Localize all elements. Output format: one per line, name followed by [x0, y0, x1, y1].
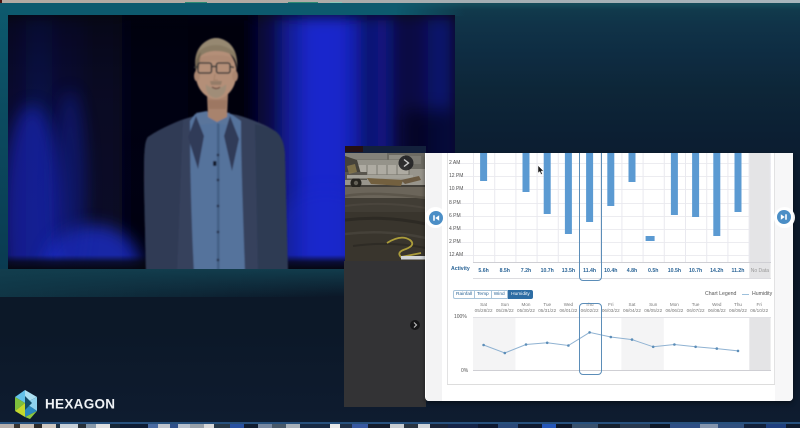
- svg-text:HEXAGON: HEXAGON: [45, 397, 115, 412]
- svg-text:No Data: No Data: [751, 268, 770, 274]
- svg-text:11.2h: 11.2h: [732, 268, 745, 274]
- svg-text:Sat: Sat: [480, 302, 488, 307]
- svg-text:06/09/22: 06/09/22: [729, 308, 747, 313]
- svg-text:Fri: Fri: [757, 302, 762, 307]
- svg-text:06/01/22: 06/01/22: [559, 308, 577, 313]
- svg-text:06/04/22: 06/04/22: [623, 308, 641, 313]
- svg-text:Sun: Sun: [501, 302, 510, 307]
- svg-text:06/06/22: 06/06/22: [665, 308, 683, 313]
- svg-text:Wed: Wed: [564, 302, 574, 307]
- svg-text:06/05/22: 06/05/22: [644, 308, 662, 313]
- svg-text:05/30/22: 05/30/22: [517, 308, 535, 313]
- svg-text:05/29/22: 05/29/22: [496, 308, 514, 313]
- svg-text:06/03/22: 06/03/22: [602, 308, 620, 313]
- svg-text:06/10/22: 06/10/22: [750, 308, 768, 313]
- svg-text:05/31/22: 05/31/22: [538, 308, 556, 313]
- svg-text:13.5h: 13.5h: [562, 268, 575, 274]
- svg-text:0.5h: 0.5h: [648, 268, 658, 274]
- svg-text:10.4h: 10.4h: [604, 268, 617, 274]
- svg-text:06/08/22: 06/08/22: [708, 308, 726, 313]
- svg-text:Mon: Mon: [670, 302, 679, 307]
- svg-text:Sun: Sun: [649, 302, 658, 307]
- svg-text:4.8h: 4.8h: [627, 268, 637, 274]
- svg-text:Tue: Tue: [543, 302, 551, 307]
- svg-text:10.7h: 10.7h: [689, 268, 702, 274]
- svg-text:Sat: Sat: [629, 302, 637, 307]
- svg-text:Thu: Thu: [734, 302, 742, 307]
- svg-text:10.5h: 10.5h: [668, 268, 681, 274]
- svg-text:06/07/22: 06/07/22: [687, 308, 705, 313]
- svg-text:10.7h: 10.7h: [541, 268, 554, 274]
- svg-text:7.2h: 7.2h: [521, 268, 531, 274]
- svg-text:05/28/22: 05/28/22: [475, 308, 493, 313]
- svg-text:Fri: Fri: [608, 302, 613, 307]
- svg-text:Tue: Tue: [692, 302, 700, 307]
- svg-text:Mon: Mon: [522, 302, 531, 307]
- svg-text:14.2h: 14.2h: [710, 268, 723, 274]
- svg-text:Wed: Wed: [712, 302, 722, 307]
- svg-text:8.5h: 8.5h: [500, 268, 510, 274]
- svg-text:5.6h: 5.6h: [478, 268, 488, 274]
